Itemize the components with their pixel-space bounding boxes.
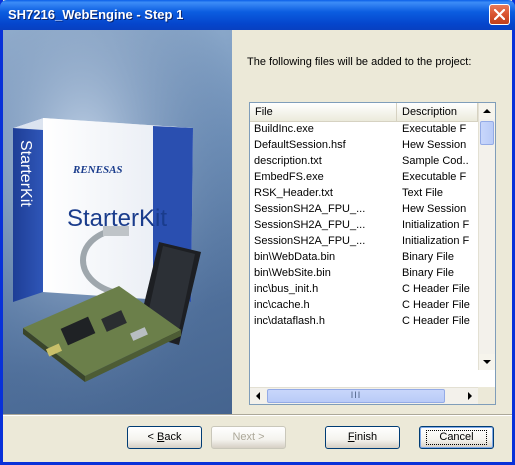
content-panel: The following files will be added to the… — [232, 30, 512, 414]
scroll-up-button[interactable] — [479, 103, 495, 119]
list-item[interactable]: bin\WebSite.bin Binary File — [250, 265, 478, 281]
list-item-file: inc\cache.h — [254, 299, 310, 311]
list-item-file: RSK_Header.txt — [254, 187, 333, 199]
scroll-down-button[interactable] — [479, 354, 495, 370]
list-item-description: Binary File — [402, 267, 454, 279]
finish-accel: F — [347, 431, 355, 443]
list-item[interactable]: bin\WebData.bin Binary File — [250, 249, 478, 265]
list-item[interactable]: SessionSH2A_FPU_... Initialization F — [250, 217, 478, 233]
starter-kit-illustration: RENESAS StarterKit StarterKit — [3, 30, 232, 414]
list-item[interactable]: SessionSH2A_FPU_... Initialization F — [250, 233, 478, 249]
list-item-description: Text File — [402, 187, 443, 199]
list-item-description: C Header File — [402, 299, 470, 311]
list-item-file: EmbedFS.exe — [254, 171, 324, 183]
box-brand-text: RENESAS — [72, 164, 123, 176]
back-prefix: < — [147, 431, 157, 443]
finish-label-rest: inish — [354, 431, 378, 443]
close-icon — [494, 9, 505, 20]
window-title: SH7216_WebEngine - Step 1 — [8, 7, 184, 22]
close-button[interactable] — [489, 4, 510, 25]
list-header: File Description — [250, 103, 478, 122]
list-item[interactable]: RSK_Header.txt Text File — [250, 185, 478, 201]
list-item[interactable]: SessionSH2A_FPU_... Hew Session — [250, 201, 478, 217]
list-item-file: BuildInc.exe — [254, 123, 314, 135]
list-item[interactable]: inc\cache.h C Header File — [250, 297, 478, 313]
list-item-description: Initialization F — [402, 219, 470, 231]
scroll-left-button[interactable] — [250, 388, 266, 404]
list-item-file: description.txt — [254, 155, 322, 167]
list-item-description: C Header File — [402, 283, 470, 295]
horizontal-scroll-thumb[interactable]: III — [267, 389, 445, 403]
back-label-rest: ack — [164, 431, 182, 443]
list-item[interactable]: inc\bus_init.h C Header File — [250, 281, 478, 297]
cancel-button[interactable]: Cancel — [419, 426, 494, 449]
list-item-file: inc\bus_init.h — [254, 283, 319, 295]
list-item[interactable]: BuildInc.exe Executable F — [250, 121, 478, 137]
vertical-scrollbar[interactable] — [478, 103, 495, 370]
list-item-file: SessionSH2A_FPU_... — [254, 235, 366, 247]
list-item-description: Initialization F — [402, 235, 470, 247]
list-item[interactable]: DefaultSession.hsf Hew Session — [250, 137, 478, 153]
scrollbar-corner — [478, 387, 495, 404]
vertical-scroll-thumb[interactable] — [480, 121, 494, 145]
finish-button[interactable]: Finish — [325, 426, 400, 449]
list-item[interactable]: EmbedFS.exe Executable F — [250, 169, 478, 185]
arrow-left-icon — [256, 392, 260, 400]
list-item-description: Hew Session — [402, 139, 467, 151]
column-header-file[interactable]: File — [250, 103, 397, 121]
title-bar[interactable]: SH7216_WebEngine - Step 1 — [0, 0, 515, 30]
scroll-right-button[interactable] — [462, 388, 478, 404]
list-item-description: Executable F — [402, 123, 467, 135]
list-item-file: SessionSH2A_FPU_... — [254, 219, 366, 231]
list-item-description: C Header File — [402, 315, 470, 327]
column-header-description[interactable]: Description — [397, 103, 478, 121]
arrow-down-icon — [483, 360, 491, 364]
list-item-file: SessionSH2A_FPU_... — [254, 203, 366, 215]
arrow-up-icon — [483, 109, 491, 113]
box-product-text: StarterKit — [67, 205, 167, 232]
list-item-file: bin\WebSite.bin — [254, 267, 331, 279]
list-item-description: Executable F — [402, 171, 467, 183]
arrow-right-icon — [468, 392, 472, 400]
wizard-artwork: RENESAS StarterKit StarterKit — [3, 30, 232, 414]
list-item-file: inc\dataflash.h — [254, 315, 325, 327]
list-item-description: Binary File — [402, 251, 454, 263]
list-item-file: bin\WebData.bin — [254, 251, 336, 263]
horizontal-scrollbar[interactable]: III — [250, 387, 478, 404]
description-text: The following files will be added to the… — [247, 56, 472, 68]
back-button[interactable]: < Back — [127, 426, 202, 449]
list-item-description: Sample Cod.. — [402, 155, 469, 167]
cancel-label: Cancel — [426, 430, 487, 445]
list-item[interactable]: description.txt Sample Cod.. — [250, 153, 478, 169]
file-list[interactable]: File Description BuildInc.exe Executable … — [249, 102, 496, 405]
list-rows: BuildInc.exe Executable F DefaultSession.h… — [250, 121, 478, 371]
list-item-description: Hew Session — [402, 203, 467, 215]
button-divider — [3, 414, 512, 416]
next-button[interactable]: Next > — [211, 426, 286, 449]
wizard-window: SH7216_WebEngine - Step 1 RENESAS Starte… — [0, 0, 515, 465]
box-spine-text: StarterKit — [17, 140, 34, 207]
list-item[interactable]: inc\dataflash.h C Header File — [250, 313, 478, 329]
list-item-file: DefaultSession.hsf — [254, 139, 346, 151]
